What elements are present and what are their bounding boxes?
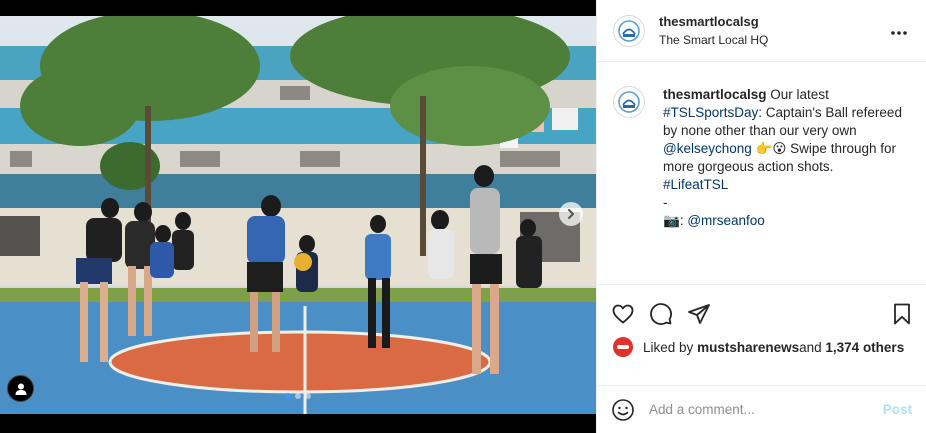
hashtag-link[interactable]: #TSLSportsDay: [663, 105, 758, 120]
pointing-emoji: 👉😮: [755, 141, 787, 156]
save-button[interactable]: [890, 302, 914, 326]
carousel-next-button[interactable]: [559, 202, 583, 226]
avatar[interactable]: [613, 14, 645, 47]
caption-username[interactable]: thesmartlocalsg: [663, 87, 767, 102]
user-icon: [15, 383, 26, 395]
likes-summary: Liked by mustsharenews and 1,374 others: [597, 331, 926, 357]
post-caption: thesmartlocalsg Our latest #TSLSportsDay…: [613, 86, 912, 230]
emoji-button[interactable]: [611, 398, 635, 422]
carousel-indicator: [0, 393, 596, 399]
comment-bar: Add a comment... Post: [597, 385, 926, 433]
liker-avatar[interactable]: [613, 337, 633, 357]
post-header: thesmartlocalsg The Smart Local HQ: [597, 0, 926, 62]
comment-button[interactable]: [649, 302, 673, 326]
likes-count[interactable]: 1,374 others: [825, 340, 904, 355]
post-side-panel: thesmartlocalsg The Smart Local HQ thesm…: [596, 0, 926, 433]
smiley-icon: [612, 398, 634, 421]
bookmark-icon: [894, 303, 910, 325]
more-options-button[interactable]: [890, 20, 908, 41]
tagged-users-button[interactable]: [7, 375, 34, 402]
action-bar: [597, 285, 926, 331]
caption-text: thesmartlocalsg Our latest #TSLSportsDay…: [663, 86, 911, 230]
post-username[interactable]: thesmartlocalsg: [659, 14, 890, 29]
carousel-dot: [295, 393, 301, 399]
caption-segment: Our latest: [766, 87, 829, 102]
like-button[interactable]: [611, 302, 635, 326]
liker-username[interactable]: mustsharenews: [697, 340, 799, 355]
mention-link[interactable]: @mrseanfoo: [687, 213, 765, 228]
instagram-post: thesmartlocalsg The Smart Local HQ thesm…: [0, 0, 926, 433]
comment-icon: [650, 303, 672, 325]
mention-link[interactable]: @kelseychong: [663, 141, 752, 156]
post-media: [0, 0, 596, 433]
heart-icon: [612, 304, 634, 324]
carousel-dot: [305, 393, 311, 399]
post-comment-button[interactable]: Post: [883, 402, 912, 417]
post-actions-section: Liked by mustsharenews and 1,374 others: [597, 284, 926, 357]
sports-day-photo: [0, 16, 596, 414]
camera-emoji: 📷: [663, 213, 680, 228]
post-location[interactable]: The Smart Local HQ: [659, 33, 890, 47]
caption-avatar[interactable]: [613, 86, 645, 118]
hashtag-link[interactable]: #LifeatTSL: [663, 177, 728, 192]
chevron-right-icon: [568, 209, 574, 219]
brand-logo-icon: [618, 19, 640, 42]
share-button[interactable]: [687, 302, 711, 326]
send-icon: [688, 304, 710, 324]
post-photo[interactable]: [0, 16, 596, 414]
caption-dash: -: [663, 195, 668, 210]
likes-prefix: Liked by: [643, 339, 694, 355]
brand-logo-icon: [618, 91, 640, 113]
comment-input[interactable]: Add a comment...: [649, 402, 883, 417]
likes-middle: and: [799, 339, 822, 355]
more-horizontal-icon: [891, 31, 907, 35]
carousel-dot-active: [285, 393, 291, 399]
